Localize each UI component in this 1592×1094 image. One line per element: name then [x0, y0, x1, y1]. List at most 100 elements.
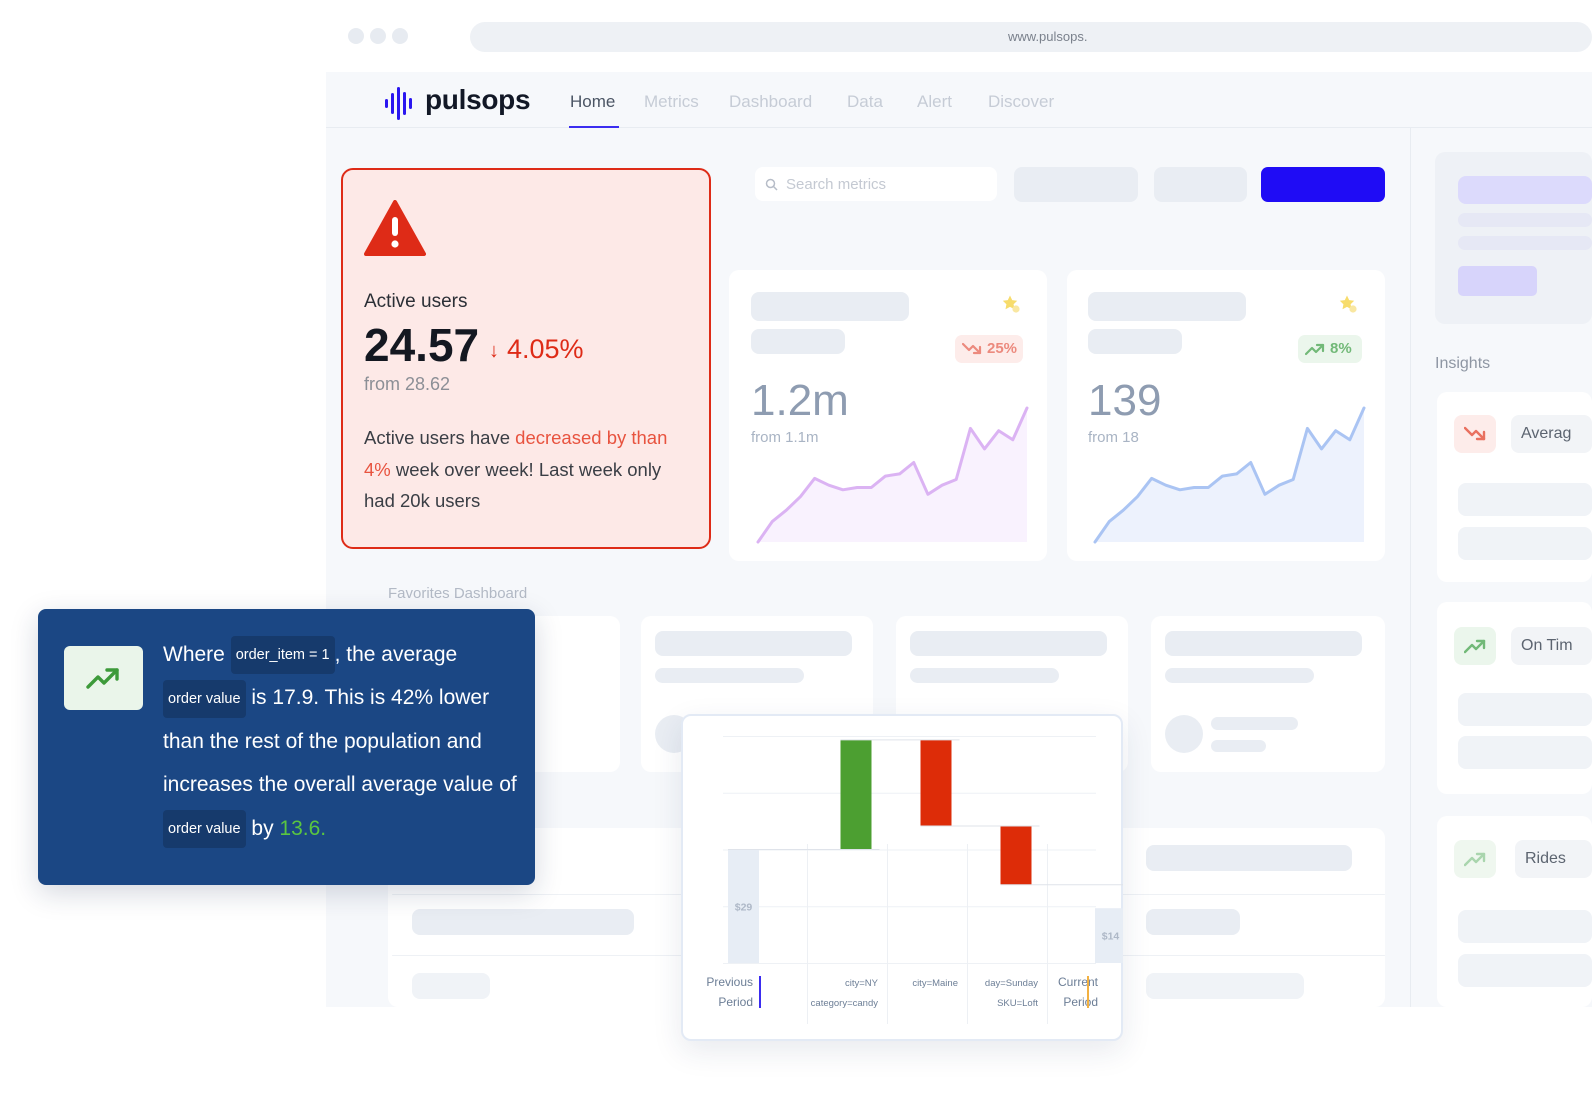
sidebar-summary-line-2	[1458, 236, 1592, 250]
trend-up-icon	[86, 668, 119, 689]
favorite-card-4-line	[1165, 668, 1314, 683]
insight-2-line-1	[1458, 693, 1592, 726]
table-cell	[412, 909, 634, 935]
window-close-dot[interactable]	[348, 28, 364, 44]
favorite-card-4-title	[1165, 631, 1362, 656]
insight-3-icon-box	[1454, 840, 1496, 878]
nav-active-indicator	[569, 126, 619, 128]
table-header-cell	[1146, 845, 1352, 871]
callout-word: , the average	[334, 643, 458, 666]
sidebar-divider	[1410, 128, 1411, 1007]
insight-3-label: Rides	[1515, 840, 1592, 878]
alert-metric-from: from 28.62	[364, 374, 451, 394]
insight-callout-text: Where order_item = 1, the average order …	[163, 633, 523, 850]
nav-home[interactable]: Home	[570, 92, 615, 112]
insight-2-label: On Tim	[1511, 627, 1592, 665]
callout-highlight-value: 13.6.	[279, 816, 327, 840]
arrow-down-icon: ↓	[489, 340, 499, 362]
metric-card-1-sparkline	[756, 406, 1029, 544]
nav-metrics[interactable]: Metrics	[644, 92, 699, 112]
pulsops-logo-icon	[385, 87, 412, 120]
insight-1-icon-box	[1454, 415, 1496, 453]
table-cell	[412, 973, 490, 999]
code-tag: order_item = 1	[230, 636, 335, 675]
table-cell	[1146, 909, 1240, 935]
primary-action-button[interactable]	[1261, 167, 1385, 202]
trend-up-icon	[1464, 639, 1486, 654]
alert-metric-label: Active users	[364, 291, 468, 312]
favorite-card-2-title	[655, 631, 852, 656]
metric-card-2-title	[1088, 292, 1246, 321]
nav-dashboard[interactable]: Dashboard	[729, 92, 812, 112]
code-tag: order value	[163, 679, 246, 718]
alert-metric-value: 24.57	[364, 319, 480, 371]
waterfall-bar	[1000, 826, 1032, 885]
trend-up-icon	[1305, 343, 1325, 356]
metric-card-2-sparkline	[1093, 406, 1366, 544]
alert-desc-text: Active users have	[364, 427, 516, 448]
insight-3-line-2	[1458, 954, 1592, 987]
favorites-section-label: Favorites Dashboard	[388, 585, 528, 602]
metric-card-1-title	[751, 292, 909, 321]
callout-word: Where	[163, 643, 225, 666]
waterfall-category-label: category=candy	[811, 998, 879, 1009]
metric-card-2-subtitle	[1088, 329, 1182, 354]
waterfall-chart: $29 $14 Previous Period city=NY category=cand…	[706, 736, 1123, 1024]
waterfall-bar	[840, 739, 872, 850]
metric-card-2-badge-text: 8%	[1330, 340, 1352, 357]
waterfall-category-label: SKU=Loft	[997, 998, 1038, 1009]
favorite-card-4-meta-1	[1211, 717, 1298, 730]
search-placeholder: Search metrics	[786, 176, 887, 193]
insight-2-line-2	[1458, 736, 1592, 769]
insight-3-line-1	[1458, 910, 1592, 943]
insights-label: Insights	[1435, 355, 1491, 372]
alert-description: Active users have decreased by than 4% w…	[364, 422, 694, 517]
alert-desc-text: week over week! Last week only had 20k u…	[364, 458, 662, 512]
sidebar-summary-button[interactable]	[1458, 266, 1537, 296]
favorite-card-3-title	[910, 631, 1107, 656]
address-bar-url: www.pulsops.	[1008, 29, 1088, 44]
alert-metric-delta: 4.05%	[507, 334, 584, 364]
waterfall-category-label: Current	[1058, 975, 1099, 989]
callout-word: by	[251, 816, 274, 840]
warning-icon	[364, 200, 426, 256]
waterfall-category-label: city=NY	[845, 978, 879, 989]
metric-card-1-badge-text: 25%	[987, 340, 1018, 357]
waterfall-category-label: day=Sunday	[985, 978, 1038, 989]
current-period-marker	[1087, 976, 1089, 1008]
nav-discover[interactable]: Discover	[988, 92, 1054, 112]
app-name: pulsops	[425, 84, 531, 115]
waterfall-category-label: city=Maine	[912, 978, 958, 989]
trend-down-icon	[962, 342, 982, 355]
search-icon	[765, 178, 778, 191]
favorite-star-icon[interactable]	[1338, 294, 1358, 314]
metric-card-1-subtitle	[751, 329, 845, 354]
table-cell	[1146, 973, 1304, 999]
window-minimize-dot[interactable]	[370, 28, 386, 44]
favorite-star-icon[interactable]	[1001, 294, 1021, 314]
insight-2-icon-box	[1454, 627, 1496, 665]
sidebar-summary-title	[1458, 176, 1592, 204]
toolbar-button-2[interactable]	[1154, 167, 1247, 202]
toolbar-button-1[interactable]	[1014, 167, 1138, 202]
metric-card-1-badge: 25%	[955, 335, 1023, 363]
previous-period-marker	[759, 976, 761, 1008]
nav-alert[interactable]: Alert	[917, 92, 952, 112]
window-maximize-dot[interactable]	[392, 28, 408, 44]
favorite-card-3-line	[910, 668, 1059, 683]
favorite-card-2-line	[655, 668, 804, 683]
favorite-card-4-meta-2	[1211, 740, 1266, 752]
trend-up-icon	[1464, 852, 1486, 867]
insight-1-line-2	[1458, 527, 1592, 560]
waterfall-bar-label: $29	[735, 901, 753, 913]
insight-1-line-1	[1458, 483, 1592, 516]
waterfall-category-label: Period	[1063, 995, 1098, 1009]
code-tag: order value	[163, 810, 246, 849]
sidebar-summary-line-1	[1458, 213, 1592, 227]
waterfall-bar-label: $14	[1102, 931, 1120, 943]
favorite-card-4-avatar	[1165, 715, 1203, 753]
nav-data[interactable]: Data	[847, 92, 883, 112]
waterfall-category-label: Period	[718, 995, 753, 1009]
waterfall-category-label: Previous	[706, 975, 753, 989]
waterfall-bar	[920, 739, 952, 827]
